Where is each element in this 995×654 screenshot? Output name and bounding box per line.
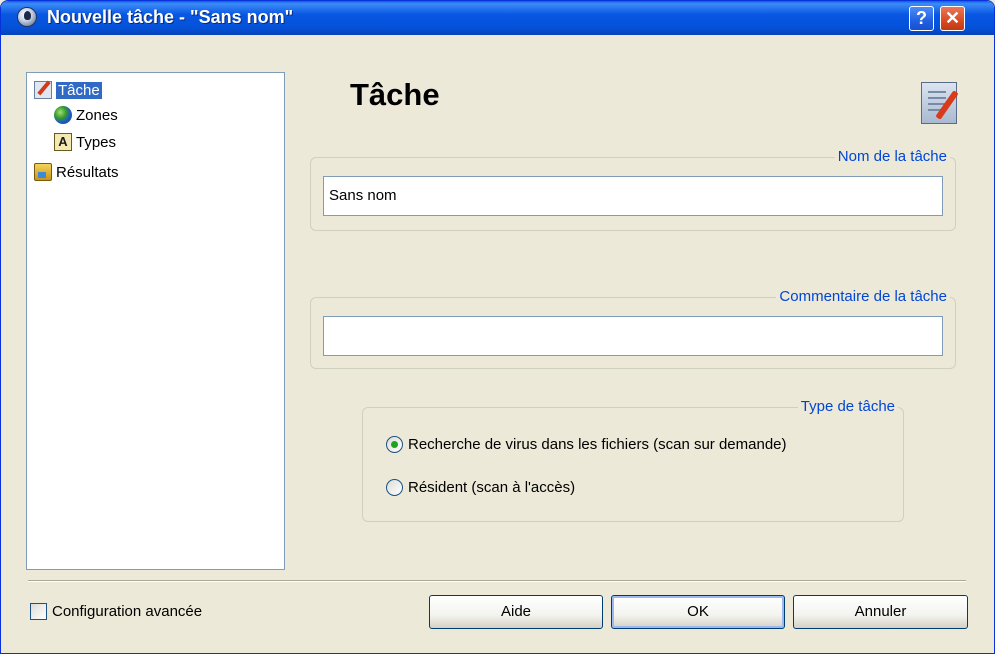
- cancel-button[interactable]: Annuler: [793, 595, 968, 629]
- advanced-config-box[interactable]: [30, 603, 47, 620]
- radio-resident-label: Résident (scan à l'accès): [408, 479, 576, 496]
- tree-item-results[interactable]: Résultats: [34, 161, 119, 183]
- task-edit-icon: [921, 82, 959, 124]
- tree-item-label: Tâche: [56, 81, 102, 99]
- tree-item-label: Types: [76, 133, 117, 151]
- radio-on-demand[interactable]: Recherche de virus dans les fichiers (sc…: [386, 436, 787, 453]
- footer-separator: [28, 580, 966, 582]
- globe-icon: [54, 106, 72, 124]
- tree-item-label: Résultats: [56, 163, 119, 181]
- dialog-window: Nouvelle tâche - "Sans nom" ? ✕ Tâche Zo…: [0, 0, 995, 654]
- help-icon[interactable]: ?: [909, 6, 934, 31]
- radio-resident[interactable]: Résident (scan à l'accès): [386, 479, 575, 496]
- tree-item-task[interactable]: Tâche: [34, 79, 102, 101]
- task-type-group: Type de tâche Recherche de virus dans le…: [362, 398, 904, 522]
- tree-item-types[interactable]: A Types: [54, 131, 116, 153]
- task-comment-group: Commentaire de la tâche: [310, 288, 956, 369]
- ok-button[interactable]: OK: [611, 595, 785, 629]
- task-name-group: Nom de la tâche Sans nom: [310, 148, 956, 231]
- radio-resident-button[interactable]: [386, 479, 403, 496]
- task-type-legend: Type de tâche: [797, 398, 898, 415]
- task-name-legend: Nom de la tâche: [834, 148, 950, 165]
- title-bar[interactable]: Nouvelle tâche - "Sans nom" ? ✕: [1, 1, 994, 35]
- close-icon[interactable]: ✕: [940, 6, 965, 31]
- task-icon: [34, 81, 52, 99]
- page-title: Tâche: [350, 77, 440, 112]
- task-comment-legend: Commentaire de la tâche: [776, 288, 950, 305]
- tree-item-label: Zones: [76, 106, 118, 124]
- radio-on-demand-button[interactable]: [386, 436, 403, 453]
- advanced-config-label: Configuration avancée: [52, 603, 203, 620]
- app-icon: [17, 7, 37, 27]
- types-icon: A: [54, 133, 72, 151]
- navigation-tree[interactable]: Tâche Zones A Types Résultats: [26, 72, 285, 570]
- results-icon: [34, 163, 52, 181]
- task-comment-input[interactable]: [323, 316, 943, 356]
- advanced-config-checkbox[interactable]: Configuration avancée: [30, 603, 202, 620]
- task-name-input[interactable]: Sans nom: [323, 176, 943, 216]
- tree-item-zones[interactable]: Zones: [54, 104, 118, 126]
- window-title: Nouvelle tâche - "Sans nom": [47, 7, 294, 27]
- radio-on-demand-label: Recherche de virus dans les fichiers (sc…: [408, 436, 787, 453]
- help-button[interactable]: Aide: [429, 595, 603, 629]
